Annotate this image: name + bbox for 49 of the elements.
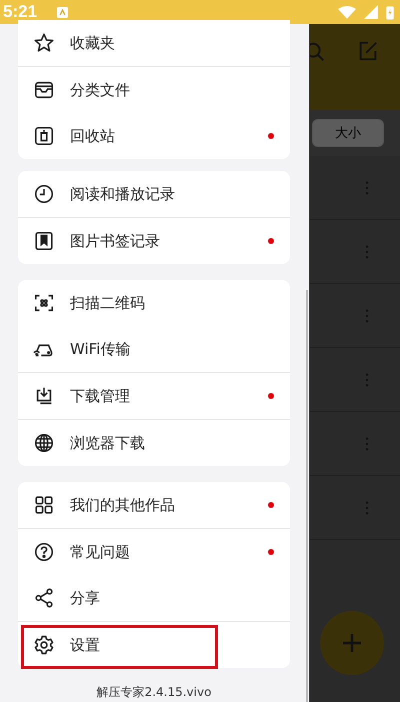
menu-item[interactable]: 图片书签记录	[18, 218, 290, 264]
menu-item[interactable]: 扫描二维码	[18, 280, 290, 326]
menu-item[interactable]: 下载管理	[18, 373, 290, 420]
battery-icon	[386, 4, 394, 20]
plus-icon	[340, 631, 364, 655]
signal-icon	[362, 5, 380, 19]
menu-label: 图片书签记录	[70, 232, 161, 250]
version-text: 解压专家2.4.15.vivo	[96, 684, 212, 701]
menu-label: 下载管理	[70, 386, 131, 406]
share-icon	[33, 587, 55, 609]
menu-item[interactable]: WiFi传输	[18, 326, 290, 373]
menu-label: 浏览器下载	[70, 434, 146, 452]
notification-dot	[268, 238, 274, 244]
menu-label: 分享	[70, 588, 101, 608]
notification-dot	[268, 549, 274, 555]
menu-item[interactable]: 回收站	[18, 113, 290, 159]
menu-item[interactable]: 分享	[18, 575, 290, 622]
menu-label: 常见问题	[70, 542, 131, 562]
menu-item[interactable]: 设置	[18, 622, 290, 668]
gear-icon	[33, 634, 55, 656]
notification-dot	[268, 393, 274, 399]
help-icon	[33, 541, 55, 563]
clock-icon	[33, 183, 55, 205]
menu-item[interactable]: 阅读和播放记录	[18, 171, 290, 218]
menu-label: WiFi传输	[70, 340, 132, 358]
menu-item[interactable]: 常见问题	[18, 529, 290, 575]
menu-item[interactable]: 浏览器下载	[18, 420, 290, 466]
menu-label: 扫描二维码	[70, 294, 146, 312]
menu-label: 设置	[70, 636, 101, 654]
apps-icon	[33, 494, 55, 516]
globe-icon	[33, 432, 55, 454]
menu-label: 收藏夹	[70, 34, 116, 52]
notification-dot	[268, 133, 274, 139]
scan-icon	[33, 292, 55, 314]
trash-icon	[33, 125, 55, 147]
tray-icon	[33, 79, 55, 101]
star-icon	[33, 32, 55, 54]
menu-item[interactable]: 我们的其他作品	[18, 482, 290, 529]
status-time: 5:21	[3, 2, 38, 22]
menu-item[interactable]: 收藏夹	[18, 20, 290, 67]
edit-icon[interactable]	[357, 40, 379, 62]
notification-icon	[57, 6, 68, 18]
bookmark-icon	[33, 230, 55, 252]
menu-label: 我们的其他作品	[70, 496, 176, 514]
menu-label: 阅读和播放记录	[70, 184, 176, 204]
menu-label: 回收站	[70, 126, 116, 146]
menu-label: 分类文件	[70, 80, 131, 100]
notification-dot	[268, 502, 274, 508]
menu-item[interactable]: 分类文件	[18, 67, 290, 113]
